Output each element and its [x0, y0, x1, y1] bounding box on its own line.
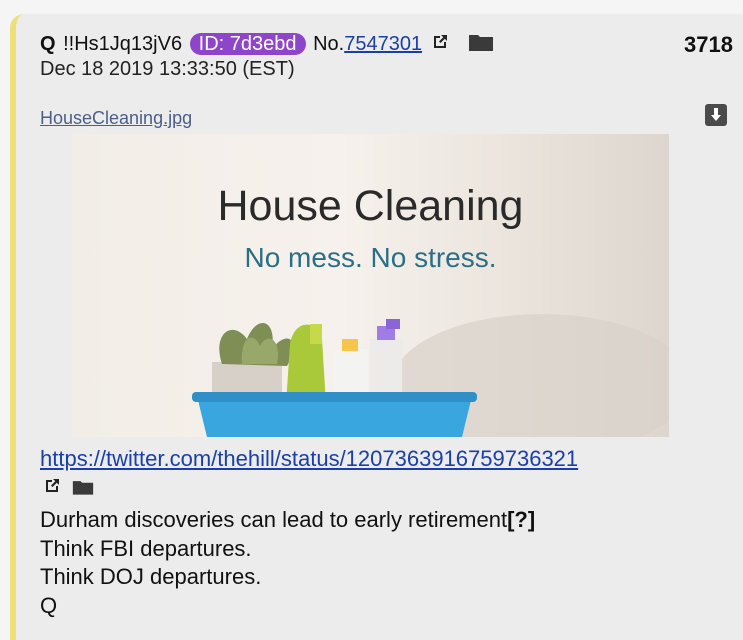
external-link-icon[interactable] [43, 477, 61, 500]
post-body: Durham discoveries can lead to early ret… [40, 506, 535, 620]
post-header: Q !!Hs1Jq13jV6 ID: 7d3ebd No.7547301 [40, 32, 494, 58]
poster-id-badge[interactable]: ID: 7d3ebd [189, 33, 306, 55]
download-icon[interactable] [705, 104, 727, 126]
folder-icon[interactable] [72, 478, 94, 501]
cleaning-supplies-illustration [192, 314, 669, 437]
poster-name: Q [40, 33, 56, 55]
body-line: Think DOJ departures. [40, 564, 262, 589]
attached-image[interactable]: House Cleaning No mess. No stress. [72, 134, 669, 437]
body-line: Think FBI departures. [40, 535, 252, 561]
post-count: 3718 [684, 32, 733, 57]
post-number-prefix: No. [313, 33, 345, 55]
post-date: Dec 18 2019 13:33:50 (EST) [40, 58, 295, 80]
tripcode: !!Hs1Jq13jV6 [63, 33, 183, 55]
folder-icon[interactable] [468, 32, 494, 58]
tweet-link[interactable]: https://twitter.com/thehill/status/12073… [40, 446, 578, 472]
post-card: Q !!Hs1Jq13jV6 ID: 7d3ebd No.7547301 371… [10, 14, 743, 640]
link-actions [40, 477, 94, 501]
external-link-icon[interactable] [431, 33, 449, 57]
attachment-filename-link[interactable]: HouseCleaning.jpg [40, 108, 192, 129]
post-number-link[interactable]: 7547301 [344, 33, 422, 55]
question-mark: [?] [507, 507, 536, 532]
signature: Q [40, 592, 58, 618]
body-line: Durham discoveries can lead to early ret… [40, 507, 536, 532]
